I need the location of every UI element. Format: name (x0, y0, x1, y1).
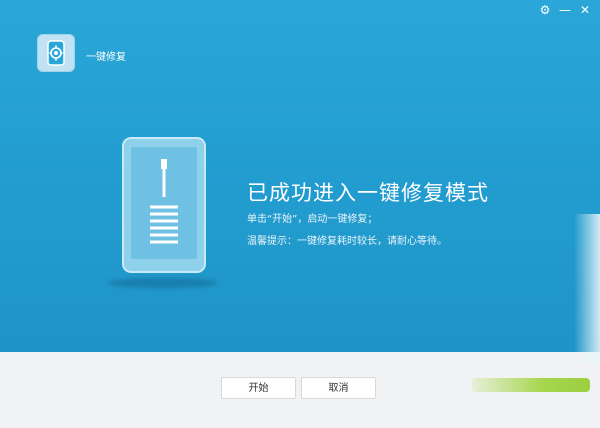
repair-window: ⚙ — ✕ 一键修复 已成功进入一键修复模式 单击“开始”，启动一键修复； 温馨… (0, 0, 600, 428)
status-headline: 已成功进入一键修复模式 (247, 181, 489, 205)
edge-highlight (574, 214, 600, 364)
close-icon[interactable]: ✕ (578, 2, 592, 17)
phone-usb-icon (122, 137, 206, 273)
instruction-text: 单击“开始”，启动一键修复； (247, 214, 378, 225)
decorative-green-bar (472, 378, 590, 392)
settings-icon[interactable]: ⚙ (538, 2, 552, 17)
cancel-button[interactable]: 取消 (301, 377, 376, 399)
tip-text: 温馨提示：一键修复耗时较长，请耐心等待。 (247, 236, 447, 247)
phone-shadow (108, 278, 218, 288)
app-title: 一键修复 (86, 52, 126, 63)
minimize-icon[interactable]: — (558, 2, 572, 17)
window-controls: ⚙ — ✕ (538, 2, 592, 17)
gear-phone-icon (37, 34, 75, 72)
start-button[interactable]: 开始 (221, 377, 296, 399)
